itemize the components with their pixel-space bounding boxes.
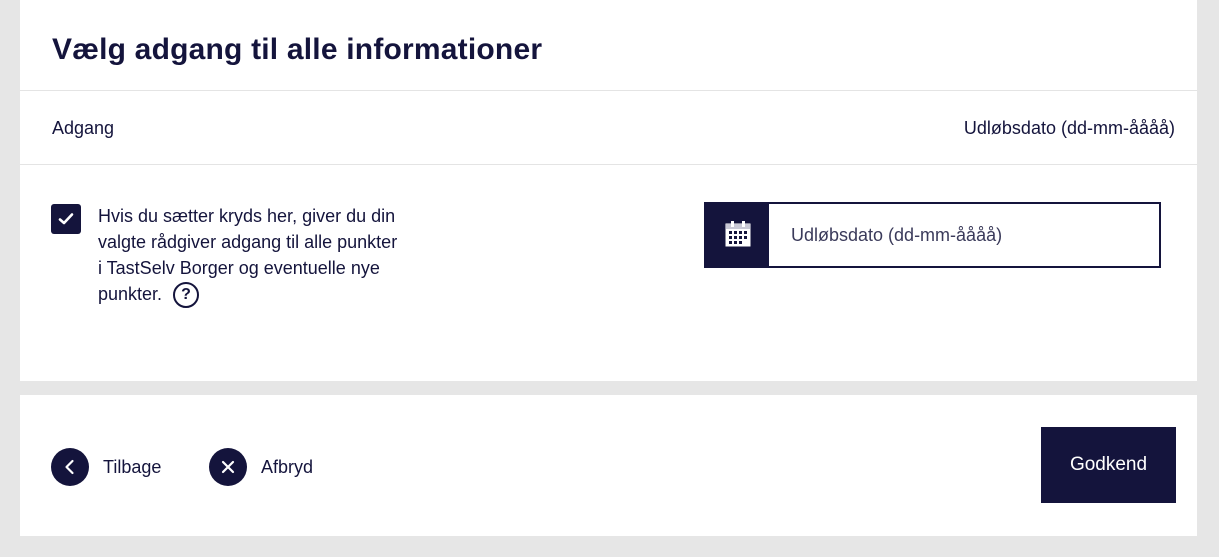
header-divider xyxy=(20,164,1197,165)
back-link[interactable]: Tilbage xyxy=(51,448,161,486)
page-title: Vælg adgang til alle informationer xyxy=(52,33,543,66)
title-divider xyxy=(20,90,1197,91)
close-icon xyxy=(221,460,235,474)
back-circle xyxy=(51,448,89,486)
help-icon[interactable]: ? xyxy=(173,282,200,309)
back-label: Tilbage xyxy=(103,457,162,477)
cancel-link[interactable]: Afbryd xyxy=(209,448,313,486)
calendar-icon xyxy=(725,221,751,247)
checkmark-icon xyxy=(58,213,74,225)
actions-card: Tilbage Afbryd Godkend xyxy=(20,395,1197,536)
all-access-checkbox[interactable] xyxy=(51,204,81,234)
column-header-expiry: Udløbsdato (dd-mm-åååå) xyxy=(963,118,1175,138)
all-access-description: Hvis du sætter kryds her, giver du din v… xyxy=(98,203,488,309)
cancel-circle xyxy=(209,448,247,486)
calendar-button[interactable] xyxy=(706,204,769,266)
description-line: punkter. xyxy=(98,284,163,304)
description-line: valgte rådgiver adgang til alle punkter xyxy=(98,232,398,252)
approve-button[interactable]: Godkend xyxy=(1041,427,1176,503)
description-line: i TastSelv Borger og eventuelle nye xyxy=(98,258,380,278)
cancel-label: Afbryd xyxy=(261,457,314,477)
expiry-date-input[interactable] xyxy=(769,204,1159,266)
chevron-left-icon xyxy=(65,459,74,475)
description-line: Hvis du sætter kryds her, giver du din xyxy=(98,206,396,226)
access-card: Vælg adgang til alle informationer Adgan… xyxy=(20,0,1197,381)
column-header-access: Adgang xyxy=(52,118,115,138)
expiry-date-field xyxy=(704,202,1161,268)
